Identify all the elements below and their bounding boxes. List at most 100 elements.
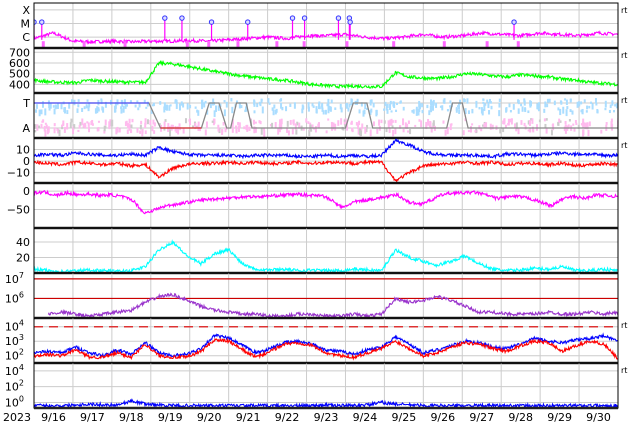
state-scatter-point (339, 103, 342, 110)
state-scatter-point (53, 108, 56, 115)
state-scatter-point (273, 104, 276, 109)
state-scatter-point (277, 128, 280, 135)
tick-exponent: 7 (19, 271, 24, 280)
state-scatter-point (428, 110, 431, 116)
state-scatter-point (596, 110, 599, 114)
tick-exponent: 0 (19, 394, 24, 403)
state-scatter-point (568, 119, 571, 122)
state-scatter-point (543, 118, 546, 122)
state-scatter-point (545, 128, 548, 134)
state-scatter-point (402, 118, 405, 126)
state-scatter-point (347, 107, 350, 112)
state-scatter-point (557, 122, 560, 126)
state-scatter-point (307, 121, 310, 125)
state-scatter-point (586, 122, 589, 128)
state-scatter-point (152, 102, 155, 107)
state-scatter-point (517, 99, 520, 103)
state-scatter-point (217, 126, 220, 132)
state-scatter-point (614, 104, 617, 107)
space-weather-chart: X M Crt 700 600 500 400 rt T Art 10 0 −10 rt 0 −50 40 20 1… (0, 0, 634, 424)
state-scatter-point (490, 105, 493, 110)
state-scatter-point (545, 118, 548, 121)
state-scatter-point (486, 99, 489, 103)
state-scatter-point (159, 101, 162, 105)
series-electron (47, 292, 618, 318)
state-scatter-point (205, 121, 208, 129)
state-scatter-point (450, 123, 453, 126)
state-scatter-point (582, 129, 585, 136)
state-scatter-point (102, 107, 105, 113)
x-tick-label: 9/18 (119, 411, 144, 424)
tick-base: 10 (5, 365, 19, 378)
x-year-label: 2023 (3, 411, 31, 424)
state-scatter-point (350, 122, 353, 125)
state-scatter-point (356, 98, 359, 103)
state-scatter-point (432, 120, 435, 127)
state-scatter-point (254, 121, 257, 124)
panel-frame (33, 362, 619, 409)
state-scatter-point (120, 106, 123, 109)
state-scatter-point (76, 109, 79, 113)
state-scatter-point (566, 106, 569, 110)
state-scatter-point (129, 100, 132, 103)
y-tick-label: 102 (5, 379, 24, 394)
state-scatter-point (557, 107, 560, 111)
state-scatter-point (66, 110, 69, 115)
flare-marker (335, 15, 342, 21)
chart-svg: XMCrt700600500400rtTArt100−10rt0−5040201… (3, 2, 627, 424)
y-tick-label: 0 (23, 185, 30, 198)
state-scatter-point (611, 100, 614, 106)
state-scatter-point (361, 123, 364, 128)
state-scatter-point (355, 122, 358, 126)
state-scatter-point (312, 105, 315, 108)
state-scatter-point (529, 128, 532, 133)
state-scatter-point (532, 128, 535, 133)
state-scatter-point (130, 130, 133, 133)
state-scatter-point (34, 124, 37, 129)
state-scatter-point (189, 118, 192, 126)
state-scatter-point (383, 108, 386, 111)
state-scatter-point (120, 99, 123, 103)
state-scatter-point (215, 105, 218, 113)
state-scatter-point (459, 99, 462, 105)
state-scatter-point (564, 98, 567, 101)
y-tick-label: M (21, 17, 31, 30)
state-scatter-point (366, 124, 369, 129)
state-scatter-point (389, 104, 392, 110)
state-scatter-point (488, 110, 491, 115)
state-scatter-point (258, 101, 261, 105)
y-tick-label: 107 (5, 271, 24, 286)
state-scatter-point (61, 126, 64, 130)
state-scatter-point (523, 100, 526, 106)
state-scatter-point (163, 121, 166, 128)
state-scatter-point (491, 124, 494, 130)
state-scatter-point (196, 109, 199, 113)
state-scatter-point (340, 118, 343, 125)
y-tick-label: 102 (5, 348, 24, 363)
state-scatter-point (330, 121, 333, 127)
state-scatter-point (223, 100, 226, 103)
state-scatter-point (502, 120, 505, 125)
state-scatter-point (546, 103, 549, 108)
state-scatter-point (289, 103, 292, 108)
state-scatter-point (115, 128, 118, 135)
state-scatter-point (40, 123, 43, 129)
state-scatter-point (174, 125, 177, 132)
tick-exponent: 4 (19, 319, 24, 328)
panel-tilt-state: TArt (22, 92, 627, 140)
state-scatter-point (38, 125, 41, 129)
panel-plot-area (47, 292, 618, 318)
state-scatter-point (62, 120, 65, 126)
state-scatter-point (275, 108, 278, 113)
state-scatter-point (271, 122, 274, 128)
state-scatter-point (552, 123, 555, 131)
state-scatter-point (417, 109, 420, 116)
tick-exponent: 4 (19, 363, 24, 372)
state-scatter-point (565, 99, 568, 105)
tick-exponent: 3 (19, 333, 24, 342)
series-bt (34, 138, 618, 160)
state-scatter-point (41, 120, 44, 123)
state-scatter-point (137, 107, 140, 111)
state-scatter-point (427, 118, 430, 126)
state-scatter-point (489, 123, 492, 130)
